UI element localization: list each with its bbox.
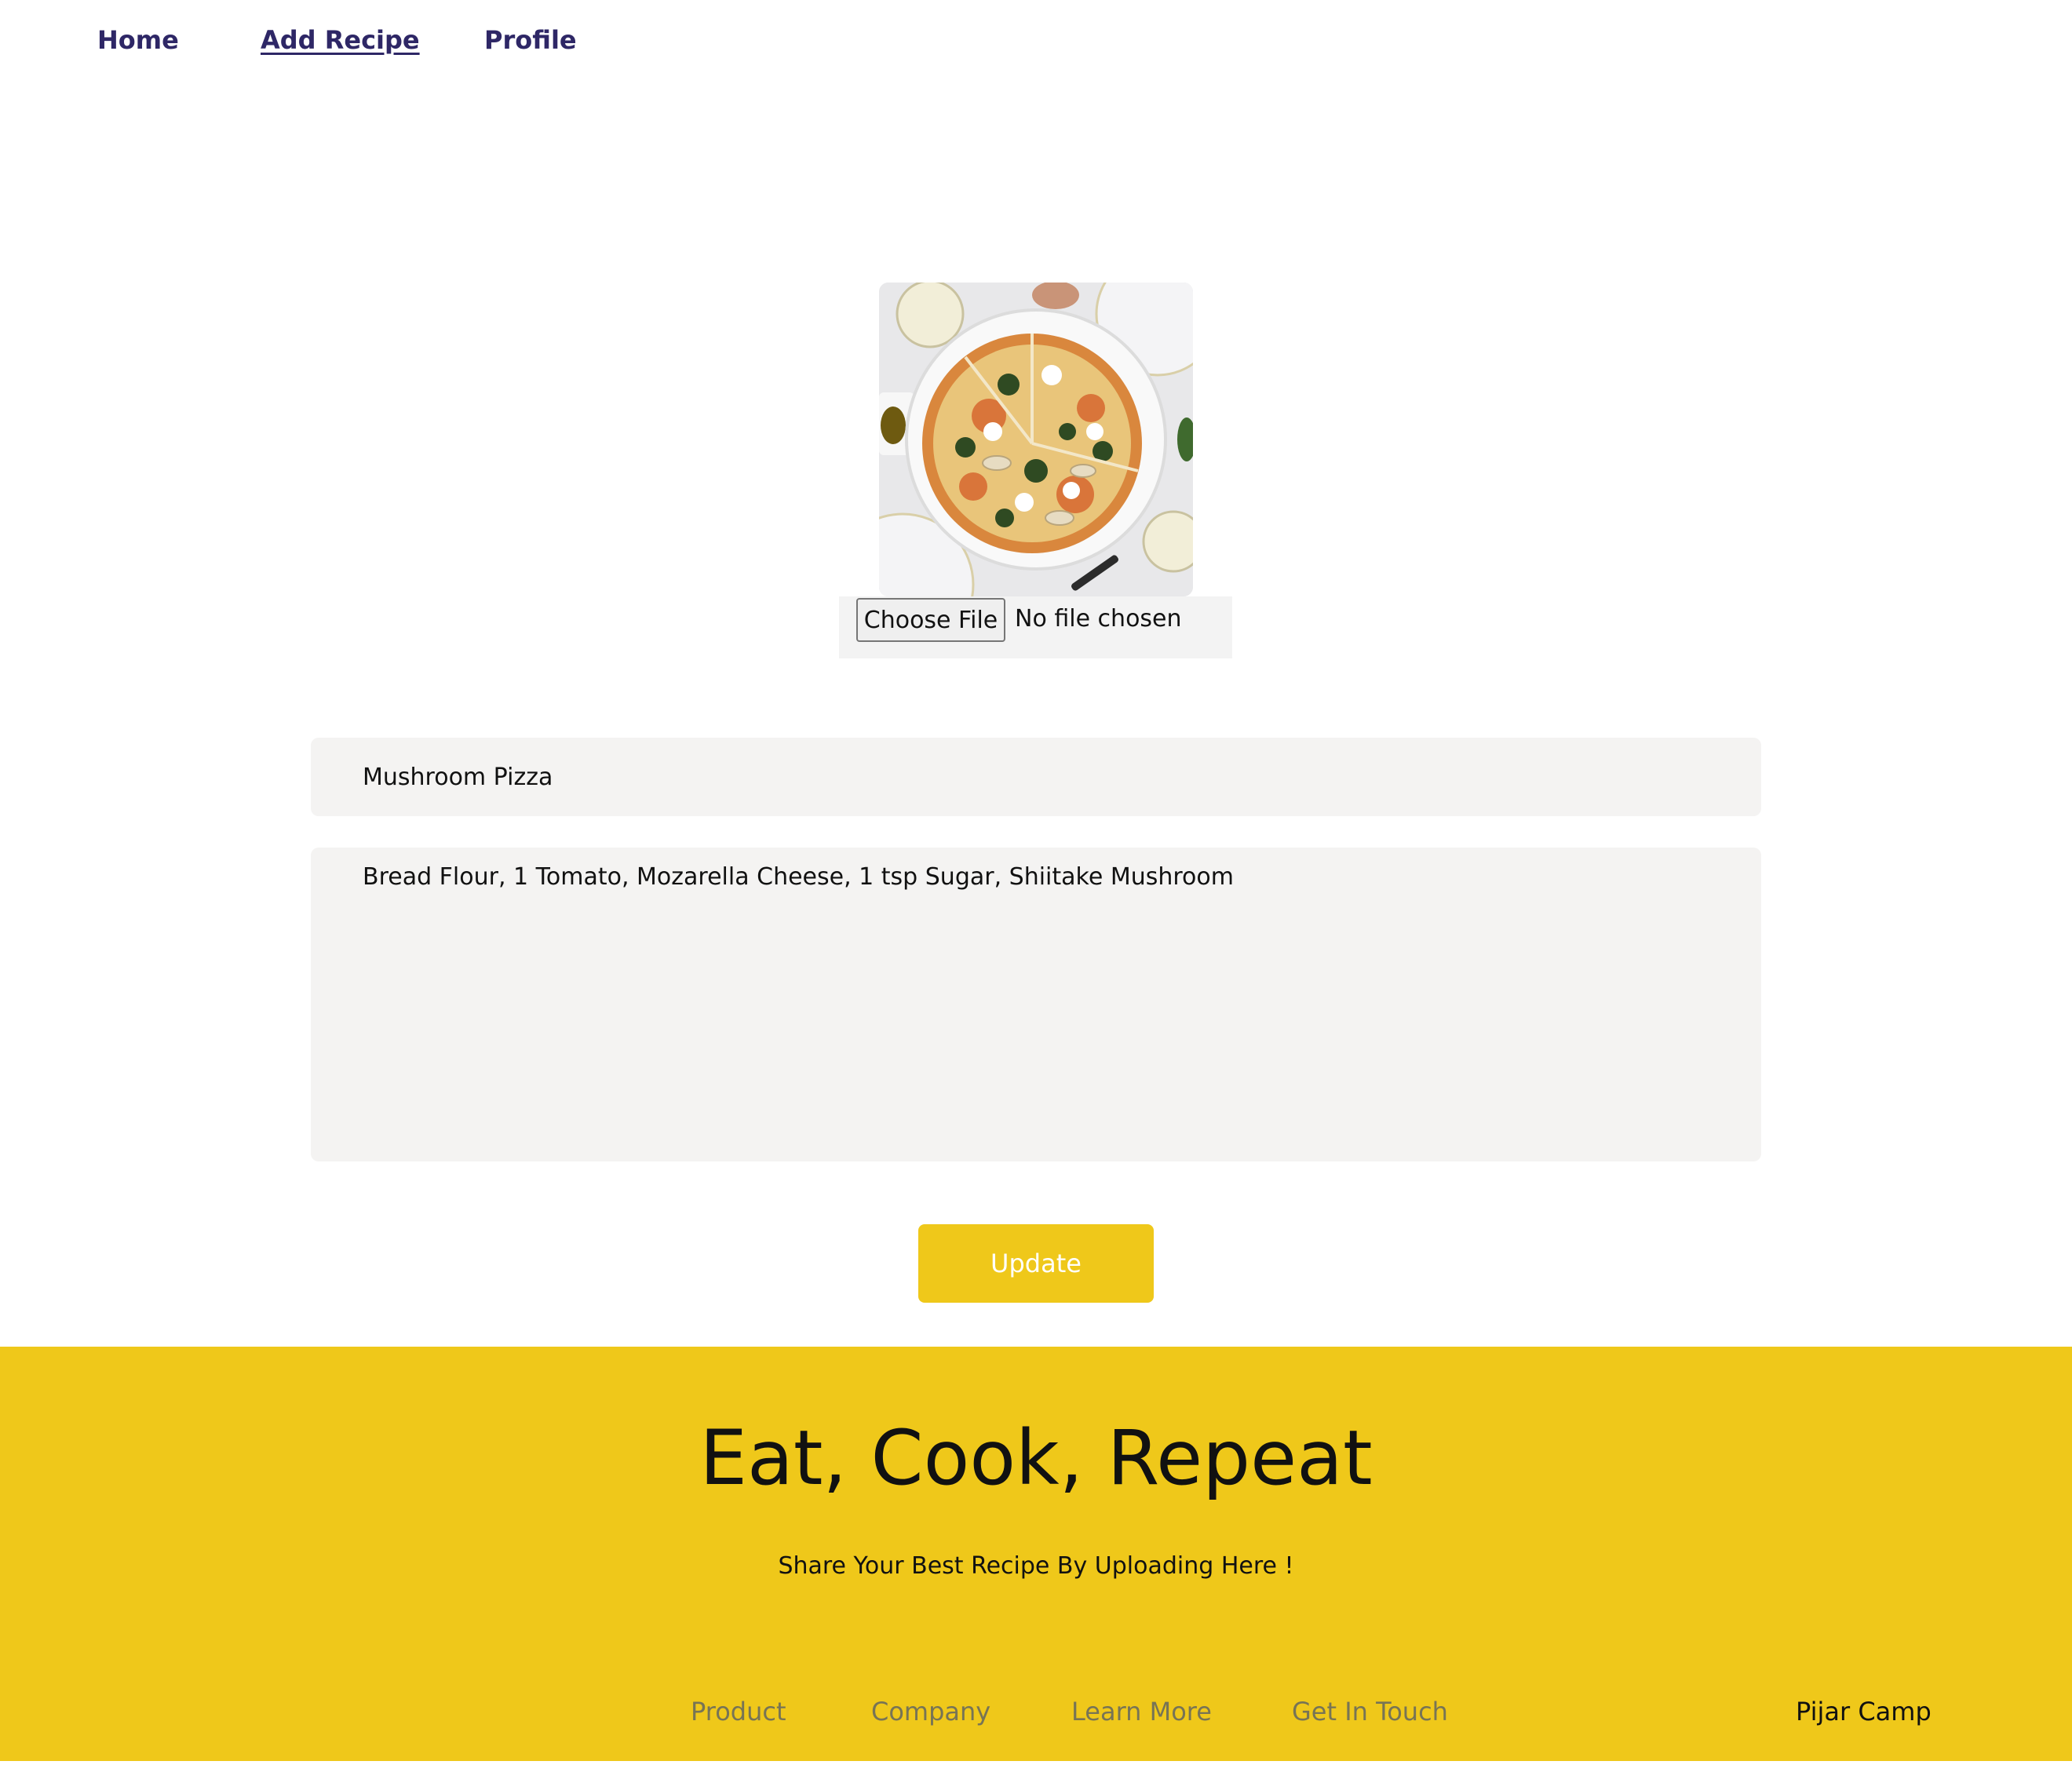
ingredients-value: Bread Flour, 1 Tomato, Mozarella Cheese,…	[363, 863, 1234, 891]
pizza-image	[879, 283, 1193, 596]
recipe-title-value: Mushroom Pizza	[363, 763, 553, 791]
file-status-text: No file chosen	[1015, 605, 1182, 633]
footer: Eat, Cook, Repeat Share Your Best Recipe…	[0, 1347, 2072, 1761]
footer-brand: Pijar Camp	[1796, 1697, 1932, 1726]
footer-link-product[interactable]: Product	[691, 1697, 786, 1726]
file-picker: Choose File No file chosen	[839, 596, 1232, 658]
top-nav: Home Add Recipe Profile	[0, 0, 2072, 86]
ingredients-textarea[interactable]: Bread Flour, 1 Tomato, Mozarella Cheese,…	[311, 848, 1761, 1161]
page-bottom-strip	[0, 1761, 2072, 1772]
nav-add-recipe-link[interactable]: Add Recipe	[261, 25, 420, 55]
footer-subtitle: Share Your Best Recipe By Uploading Here…	[778, 1552, 1294, 1580]
choose-file-button[interactable]: Choose File	[856, 598, 1005, 642]
update-button[interactable]: Update	[918, 1224, 1154, 1303]
footer-title: Eat, Cook, Repeat	[699, 1414, 1373, 1502]
footer-link-company[interactable]: Company	[871, 1697, 990, 1726]
footer-link-get-in-touch[interactable]: Get In Touch	[1292, 1697, 1448, 1726]
recipe-photo	[879, 283, 1193, 596]
recipe-title-input[interactable]: Mushroom Pizza	[311, 738, 1761, 816]
nav-home-link[interactable]: Home	[97, 25, 179, 55]
nav-profile-link[interactable]: Profile	[484, 25, 577, 55]
footer-link-learn-more[interactable]: Learn More	[1071, 1697, 1212, 1726]
